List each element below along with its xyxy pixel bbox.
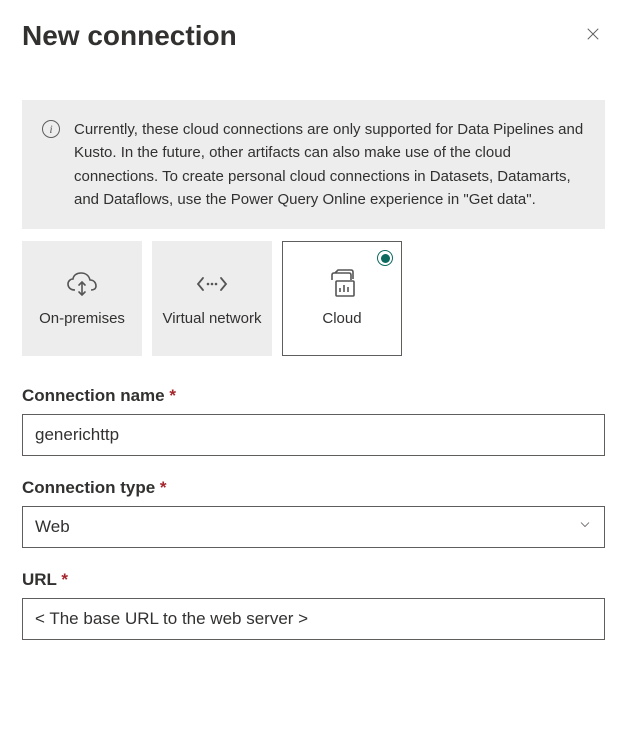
close-button[interactable]	[581, 24, 605, 48]
connection-mode-tiles: On-premises Virtual network	[22, 241, 605, 356]
tile-onpremises[interactable]: On-premises	[22, 241, 142, 356]
dialog-header: New connection	[22, 20, 605, 52]
info-banner: i Currently, these cloud connections are…	[22, 100, 605, 229]
info-icon: i	[42, 120, 60, 138]
required-asterisk: *	[169, 386, 176, 405]
connection-name-input[interactable]	[22, 414, 605, 456]
tile-onpremises-label: On-premises	[33, 310, 131, 329]
cloud-sync-icon	[65, 268, 99, 300]
connection-name-label: Connection name *	[22, 386, 605, 406]
url-label: URL *	[22, 570, 605, 590]
network-icon	[195, 268, 229, 300]
connection-type-label: Connection type *	[22, 478, 605, 498]
tile-cloud-label: Cloud	[316, 310, 367, 329]
connection-type-select[interactable]	[22, 506, 605, 548]
dialog-title: New connection	[22, 20, 237, 52]
tile-virtual-network[interactable]: Virtual network	[152, 241, 272, 356]
cloud-report-icon	[325, 268, 359, 300]
required-asterisk: *	[160, 478, 167, 497]
tile-cloud[interactable]: Cloud	[282, 241, 402, 356]
selected-radio-icon	[377, 250, 393, 266]
field-url: URL *	[22, 570, 605, 640]
field-connection-name: Connection name *	[22, 386, 605, 456]
field-connection-type: Connection type *	[22, 478, 605, 548]
tile-vnet-label: Virtual network	[157, 310, 268, 329]
required-asterisk: *	[61, 570, 68, 589]
close-icon	[584, 25, 602, 48]
url-input[interactable]	[22, 598, 605, 640]
info-banner-text: Currently, these cloud connections are o…	[74, 118, 585, 211]
